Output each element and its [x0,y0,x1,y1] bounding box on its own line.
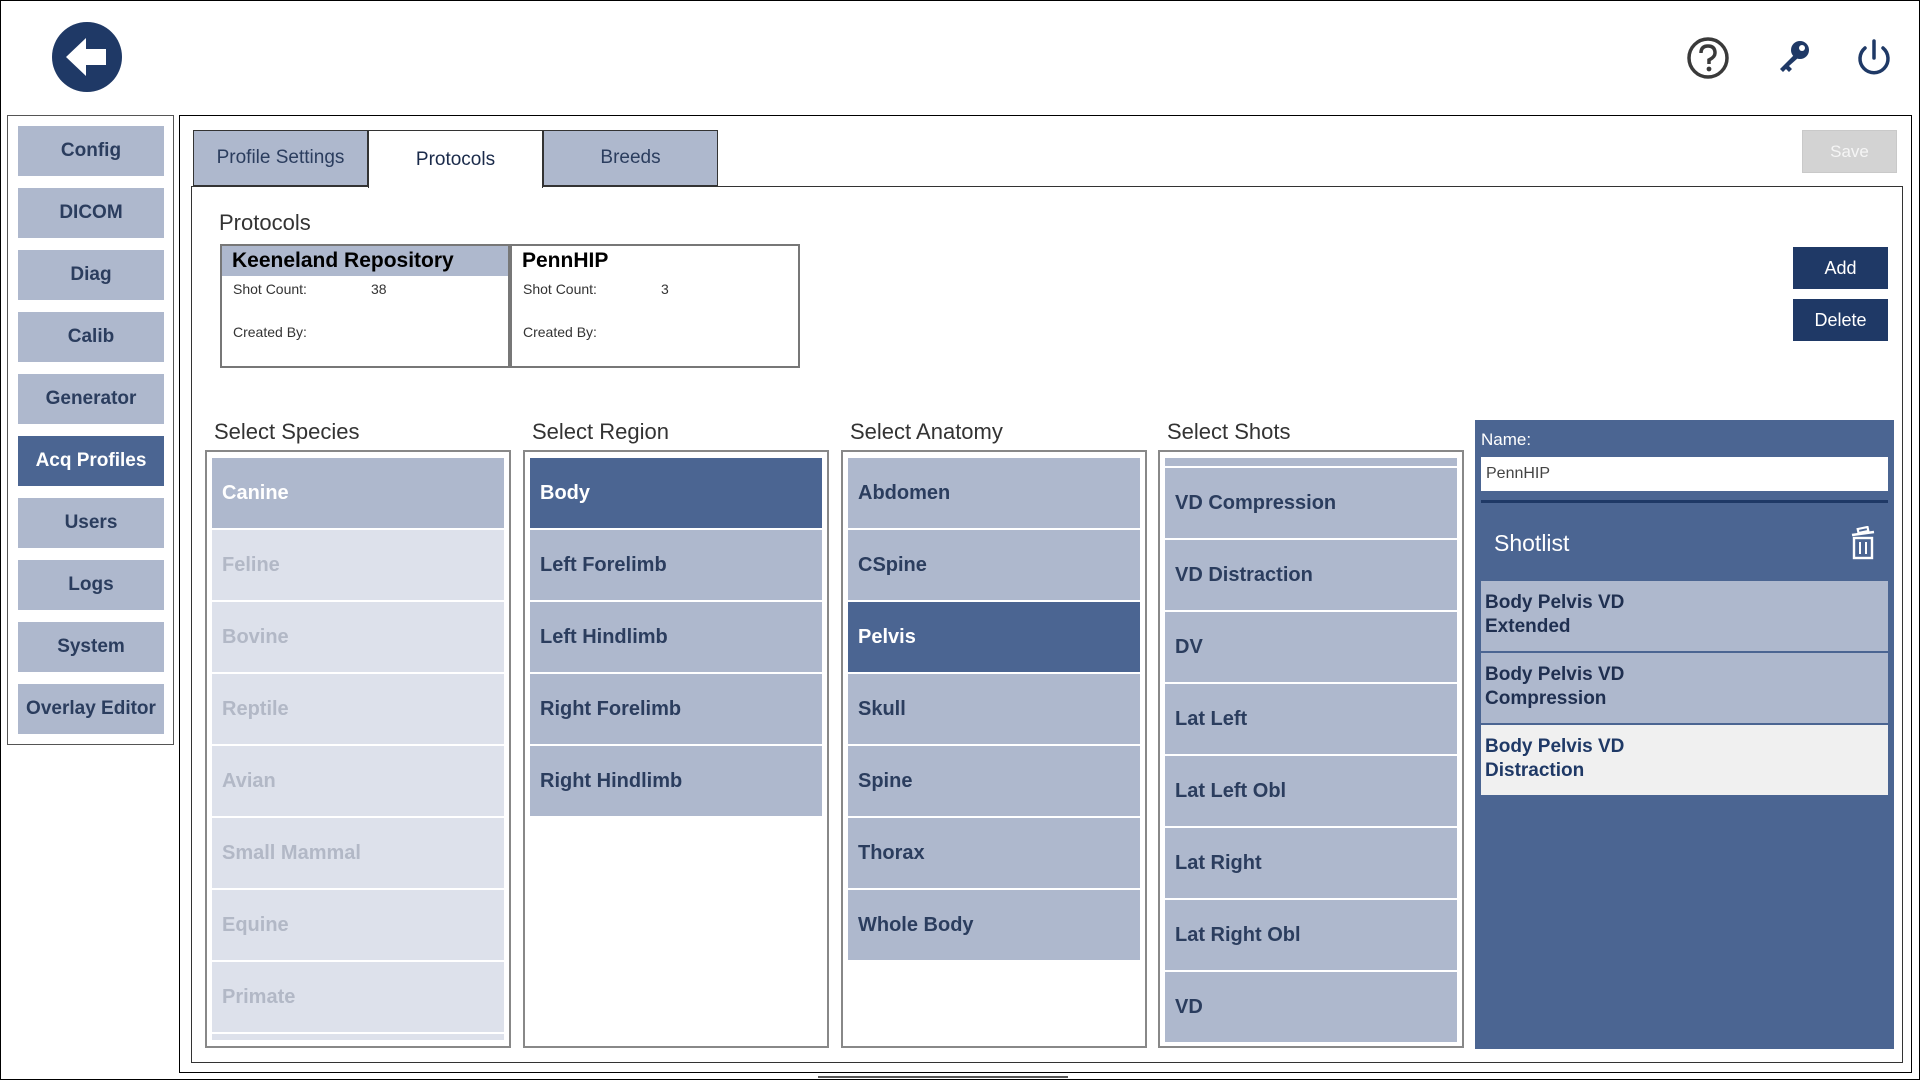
shot-item-lat-right-obl[interactable]: Lat Right Obl [1165,900,1457,970]
shot-item-lat-left[interactable]: Lat Left [1165,684,1457,754]
select-region-heading: Select Region [532,419,669,444]
list-scroll-remainder [1165,458,1457,466]
anatomy-item-cspine[interactable]: CSpine [848,530,1140,600]
shotlist-item-line2: Extended [1485,616,1571,637]
shot-item-vd[interactable]: VD [1165,972,1457,1042]
shotlist-item-line1: Body Pelvis VD [1485,736,1625,757]
anatomy-list: Abdomen CSpine Pelvis Skull Spine Thorax… [841,450,1147,1048]
shotlist-item-line2: Compression [1485,688,1607,709]
species-item-equine[interactable]: Equine [212,890,504,960]
shot-item-dv[interactable]: DV [1165,612,1457,682]
region-item-left-hindlimb[interactable]: Left Hindlimb [530,602,822,672]
tab-profile-settings[interactable]: Profile Settings [193,130,368,186]
select-shots-heading: Select Shots [1167,419,1291,444]
nav-item-dicom[interactable]: DICOM [18,188,164,238]
tab-breeds[interactable]: Breeds [543,130,718,186]
shotlist-item[interactable]: Body Pelvis VD Extended [1481,581,1888,651]
protocols-heading: Protocols [219,210,311,235]
help-icon[interactable] [1686,36,1730,80]
protocol-card-pennhip[interactable]: PennHIP Shot Count: 3 Created By: [510,244,800,368]
nav-item-diag[interactable]: Diag [18,250,164,300]
shot-item-vd-compression[interactable]: VD Compression [1165,468,1457,538]
anatomy-item-whole-body[interactable]: Whole Body [848,890,1140,960]
species-item-small-mammal[interactable]: Small Mammal [212,818,504,888]
power-icon[interactable] [1852,36,1896,80]
add-button[interactable]: Add [1793,247,1888,289]
nav-item-system[interactable]: System [18,622,164,672]
nav-item-acq-profiles[interactable]: Acq Profiles [18,436,164,486]
shotlist-title: Shotlist [1494,530,1570,556]
anatomy-item-pelvis[interactable]: Pelvis [848,602,1140,672]
nav-item-logs[interactable]: Logs [18,560,164,610]
delete-button[interactable]: Delete [1793,299,1888,341]
list-scroll-remainder [212,1034,504,1040]
anatomy-item-spine[interactable]: Spine [848,746,1140,816]
region-item-left-forelimb[interactable]: Left Forelimb [530,530,822,600]
shotlist-item-line1: Body Pelvis VD [1485,664,1625,685]
save-button[interactable]: Save [1802,130,1897,173]
species-item-primate[interactable]: Primate [212,962,504,1032]
shotlist-item[interactable]: Body Pelvis VD Compression [1481,653,1888,723]
nav-item-config[interactable]: Config [18,126,164,176]
species-item-reptile[interactable]: Reptile [212,674,504,744]
shot-count-value: 38 [371,281,387,297]
select-anatomy-heading: Select Anatomy [850,419,1003,444]
nav-item-overlay-editor[interactable]: Overlay Editor [18,684,164,734]
anatomy-item-abdomen[interactable]: Abdomen [848,458,1140,528]
anatomy-item-skull[interactable]: Skull [848,674,1140,744]
shots-list: VD Compression VD Distraction DV Lat Lef… [1158,450,1464,1048]
shot-item-lat-right[interactable]: Lat Right [1165,828,1457,898]
tab-protocols[interactable]: Protocols [368,130,543,188]
name-field[interactable] [1481,457,1888,491]
created-by-label: Created By: [523,324,597,340]
select-species-heading: Select Species [214,419,360,444]
species-list: Canine Feline Bovine Reptile Avian Small… [205,450,511,1048]
shotlist-item[interactable]: Body Pelvis VD Distraction [1481,725,1888,795]
species-item-avian[interactable]: Avian [212,746,504,816]
shotlist-item-line2: Distraction [1485,760,1585,781]
nav-item-calib[interactable]: Calib [18,312,164,362]
shotlist-item-line1: Body Pelvis VD [1485,592,1625,613]
back-arrow-icon[interactable] [52,22,122,92]
species-item-bovine[interactable]: Bovine [212,602,504,672]
side-nav: Config DICOM Diag Calib Generator Acq Pr… [7,115,174,745]
nav-item-generator[interactable]: Generator [18,374,164,424]
shot-count-value: 3 [661,281,669,297]
trash-icon[interactable] [1850,525,1876,560]
shot-count-label: Shot Count: [523,281,597,297]
region-item-right-hindlimb[interactable]: Right Hindlimb [530,746,822,816]
protocol-name: PennHIP [522,249,609,272]
shot-count-label: Shot Count: [233,281,307,297]
divider [1481,500,1888,503]
key-icon[interactable] [1772,36,1816,80]
protocol-card-keeneland[interactable]: Keeneland Repository Shot Count: 38 Crea… [220,244,510,368]
protocol-name: Keeneland Repository [222,246,508,276]
region-list: Body Left Forelimb Left Hindlimb Right F… [523,450,829,1048]
region-item-body[interactable]: Body [530,458,822,528]
created-by-label: Created By: [233,324,307,340]
window-handle [818,1076,1068,1078]
name-label: Name: [1481,430,1532,449]
shot-item-lat-left-obl[interactable]: Lat Left Obl [1165,756,1457,826]
shot-item-vd-distraction[interactable]: VD Distraction [1165,540,1457,610]
region-item-right-forelimb[interactable]: Right Forelimb [530,674,822,744]
anatomy-item-thorax[interactable]: Thorax [848,818,1140,888]
nav-item-users[interactable]: Users [18,498,164,548]
species-item-feline[interactable]: Feline [212,530,504,600]
species-item-canine[interactable]: Canine [212,458,504,528]
